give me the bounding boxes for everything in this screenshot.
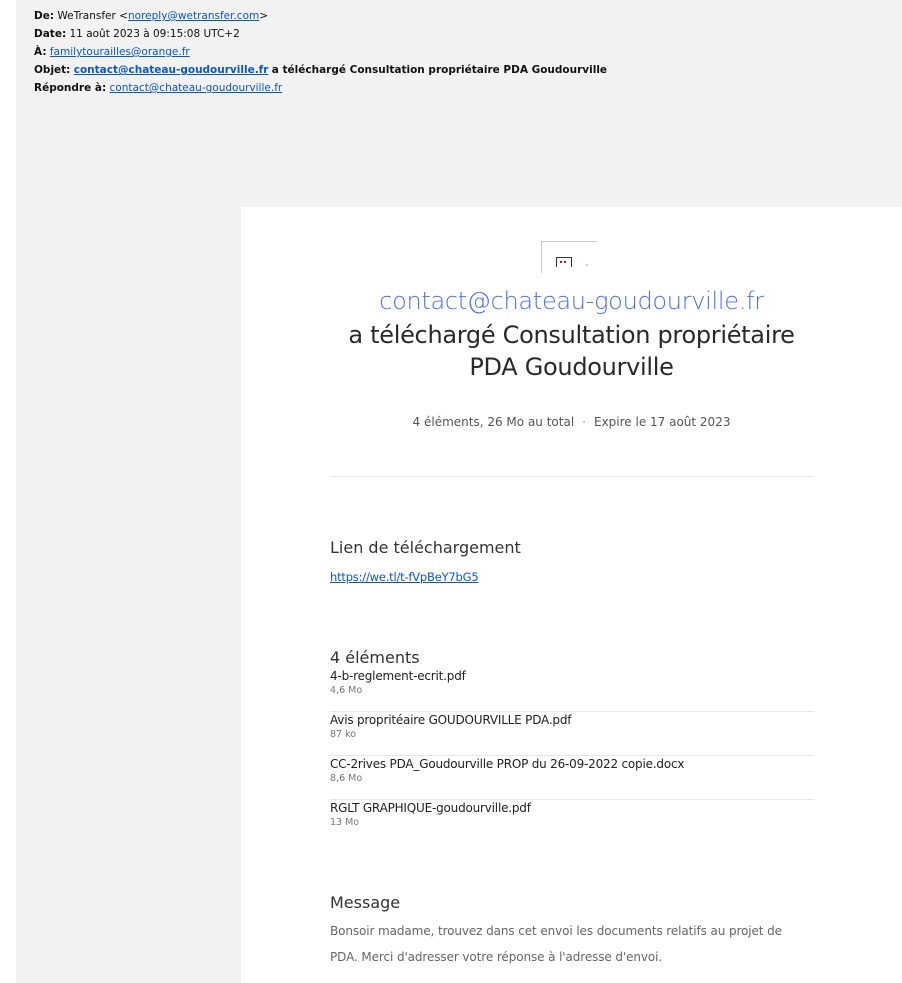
header-from: De: WeTransfer <noreply@wetransfer.com> — [34, 7, 607, 25]
items-section-title: 4 éléments — [330, 648, 420, 667]
subject-text: a téléchargé Consultation propriétaire P… — [271, 64, 608, 76]
reply-label: Répondre à: — [34, 82, 107, 94]
header-date: Date: 11 août 2023 à 09:15:08 UTC+2 — [34, 25, 607, 43]
header-subject: Objet: contact@chateau-goudourville.fr a… — [34, 61, 607, 79]
file-size: 4,6 Mo — [330, 685, 363, 696]
date-value: 11 août 2023 à 09:15:08 UTC+2 — [69, 28, 240, 40]
expiry-date: Expire le 17 août 2023 — [593, 415, 731, 429]
file-size: 8,6 Mo — [330, 773, 363, 784]
to-email-link[interactable]: familytourailles@orange.fr — [50, 46, 190, 58]
header-to: À: familytourailles@orange.fr — [34, 43, 607, 61]
from-email-link[interactable]: noreply@wetransfer.com — [128, 10, 259, 22]
email-headers: De: WeTransfer <noreply@wetransfer.com> … — [34, 7, 607, 97]
to-label: À: — [34, 46, 47, 58]
file-name: 4-b-reglement-ecrit.pdf — [330, 669, 466, 683]
header-reply-to: Répondre à: contact@chateau-goudourville… — [34, 79, 607, 97]
file-name: Avis propritéaire GOUDOURVILLE PDA.pdf — [330, 713, 572, 727]
from-label: De: — [34, 10, 55, 22]
file-list: 4-b-reglement-ecrit.pdf 4,6 Mo Avis prop… — [330, 668, 814, 844]
message-body: Bonsoir madame, trouvez dans cet envoi l… — [330, 924, 782, 964]
transfer-title-line2: PDA Goudourville — [469, 353, 674, 381]
transfer-title: a téléchargé Consultation propriétaire P… — [301, 319, 842, 383]
download-section-title: Lien de téléchargement — [330, 538, 521, 557]
file-item: Avis propritéaire GOUDOURVILLE PDA.pdf 8… — [330, 712, 814, 756]
wetransfer-logo-icon — [541, 241, 597, 273]
subject-label: Objet: — [34, 64, 71, 76]
item-count-total: 4 éléments, 26 Mo au total — [412, 415, 575, 429]
file-item: CC-2rives PDA_Goudourville PROP du 26-09… — [330, 756, 814, 800]
file-name: RGLT GRAPHIQUE-goudourville.pdf — [330, 801, 531, 815]
reply-email-link[interactable]: contact@chateau-goudourville.fr — [110, 82, 283, 94]
file-item: RGLT GRAPHIQUE-goudourville.pdf 13 Mo — [330, 800, 814, 844]
subject-email-link[interactable]: contact@chateau-goudourville.fr — [74, 64, 269, 76]
sender-email: contact@chateau-goudourville.fr — [379, 287, 764, 315]
file-item: 4-b-reglement-ecrit.pdf 4,6 Mo — [330, 668, 814, 712]
file-name: CC-2rives PDA_Goudourville PROP du 26-09… — [330, 757, 685, 771]
file-size: 13 Mo — [330, 817, 360, 828]
message-section-title: Message — [330, 893, 401, 912]
transfer-card: contact@chateau-goudourville.fr a téléch… — [241, 207, 902, 983]
from-close: > — [259, 10, 269, 22]
date-label: Date: — [34, 28, 67, 40]
download-link[interactable]: https://we.tl/t-fVpBeY7bG5 — [330, 570, 479, 584]
transfer-meta: 4 éléments, 26 Mo au total · Expire le 17 … — [241, 415, 902, 429]
file-size: 87 ko — [330, 729, 357, 740]
logo-dot — [586, 264, 588, 266]
broken-image-icon — [556, 257, 572, 267]
meta-separator: · — [582, 415, 586, 429]
divider — [330, 476, 814, 477]
email-viewer: De: WeTransfer <noreply@wetransfer.com> … — [16, 0, 902, 983]
from-name: WeTransfer < — [57, 10, 128, 22]
transfer-title-line1: a téléchargé Consultation propriétaire — [348, 321, 795, 349]
